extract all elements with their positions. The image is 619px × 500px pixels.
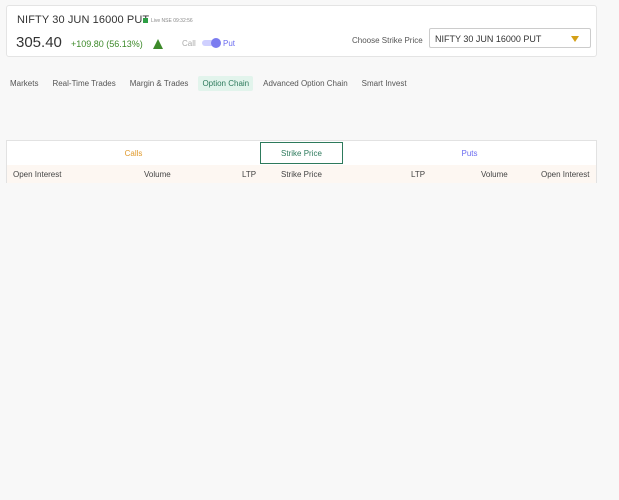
col-strike-price[interactable]: Strike Price <box>281 170 322 179</box>
strike-price-select[interactable]: NIFTY 30 JUN 16000 PUT <box>429 28 591 48</box>
call-put-toggle[interactable] <box>202 38 221 48</box>
col-puts-open-interest[interactable]: Open Interest <box>541 170 589 179</box>
col-calls-open-interest[interactable]: Open Interest <box>13 170 61 179</box>
col-calls-volume[interactable]: Volume <box>144 170 171 179</box>
nav-markets[interactable]: Markets <box>6 76 42 91</box>
nav-option-chain[interactable]: Option Chain <box>198 76 254 91</box>
col-puts-volume[interactable]: Volume <box>481 170 508 179</box>
chevron-down-icon <box>571 36 579 42</box>
live-indicator-icon <box>143 18 148 23</box>
column-header-row: Open Interest Volume LTP Strike Price LT… <box>7 165 596 183</box>
instrument-header: NIFTY 30 JUN 16000 PUT Live NSE 09:32:56… <box>6 5 597 57</box>
live-status-text: Live NSE 09:32:56 <box>151 18 193 24</box>
calls-group-header: Calls <box>124 149 143 158</box>
col-calls-ltp[interactable]: LTP <box>242 170 256 179</box>
nav-advanced-option-chain[interactable]: Advanced Option Chain <box>259 76 352 91</box>
section-nav: Markets Real-Time Trades Margin & Trades… <box>6 76 417 91</box>
option-chain-table: Calls Strike Price Puts Open Interest Vo… <box>6 140 597 183</box>
group-header-row: Calls Strike Price Puts <box>7 141 596 166</box>
nav-smart-invest[interactable]: Smart Invest <box>358 76 411 91</box>
puts-group-header: Puts <box>461 149 478 158</box>
put-toggle-label[interactable]: Put <box>223 39 235 48</box>
strike-price-selected: NIFTY 30 JUN 16000 PUT <box>435 34 542 44</box>
col-puts-ltp[interactable]: LTP <box>411 170 425 179</box>
last-price-int: 305. <box>16 34 46 51</box>
last-price-dec: 40 <box>45 34 62 51</box>
instrument-title: NIFTY 30 JUN 16000 PUT <box>17 14 150 26</box>
call-toggle-label[interactable]: Call <box>182 39 196 48</box>
nav-real-time-trades[interactable]: Real-Time Trades <box>48 76 119 91</box>
price-change: +109.80 (56.13%) <box>71 39 143 49</box>
toggle-knob <box>211 38 221 48</box>
up-arrow-icon <box>153 39 163 49</box>
strike-price-label: Choose Strike Price <box>352 36 423 45</box>
strike-group-header: Strike Price <box>260 142 343 164</box>
nav-margin-trades[interactable]: Margin & Trades <box>126 76 193 91</box>
last-price: 305.40 <box>16 34 62 51</box>
